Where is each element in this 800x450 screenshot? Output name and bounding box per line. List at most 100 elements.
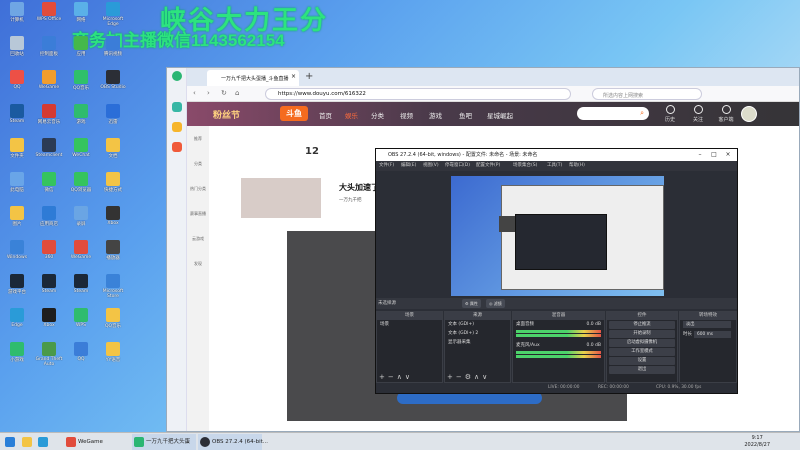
sidebar-item-cloud[interactable]: 云游戏	[188, 236, 208, 242]
desktop-icon[interactable]: 文档	[98, 138, 128, 159]
desktop-icon[interactable]: Steam	[2, 104, 32, 124]
nav-fishbar[interactable]: 鱼吧	[459, 110, 472, 120]
desktop-icon[interactable]: Xbox	[98, 206, 128, 226]
desktop-icon[interactable]: WeChat	[66, 138, 96, 158]
sidebar-item-recommend[interactable]: 推荐	[188, 136, 208, 142]
nav-xingcheng[interactable]: 星城崛起	[487, 110, 513, 120]
home-icon[interactable]: ⌂	[235, 89, 239, 97]
scene-controls[interactable]: +−∧∨	[379, 373, 413, 381]
menu-edit[interactable]: 编辑(E)	[401, 161, 416, 171]
desktop-icon[interactable]: QQ	[2, 70, 32, 90]
fan-festival-logo[interactable]: 粉丝节	[213, 108, 240, 121]
nav-game[interactable]: 游戏	[429, 110, 442, 120]
source-item[interactable]: 文本 (GDI+) 2	[445, 329, 510, 338]
nav-category[interactable]: 分类	[371, 110, 384, 120]
sidebar-item-hot[interactable]: 热门分类	[188, 186, 208, 192]
scene-item[interactable]: 场景	[377, 320, 442, 329]
desktop-icon[interactable]: QQ	[66, 342, 96, 362]
site-search-input[interactable]: ⌕	[577, 107, 649, 120]
site-search-icon[interactable]: ⌕	[640, 109, 644, 118]
desktop-icon[interactable]: 网络	[66, 2, 96, 23]
avatar[interactable]	[741, 106, 757, 122]
menu-help[interactable]: 帮助(H)	[569, 161, 585, 171]
properties-button[interactable]: ⚙ 属性	[462, 299, 481, 308]
transition-select[interactable]: 淡出	[683, 321, 731, 328]
menu-tools[interactable]: 工具(T)	[547, 161, 562, 171]
source-item[interactable]: 显示器采集	[445, 338, 510, 347]
desktop-icon[interactable]: Microsoft Edge	[98, 2, 128, 27]
menu-docks[interactable]: 停靠窗口(D)	[445, 161, 470, 171]
nav-video[interactable]: 视频	[400, 110, 413, 120]
desktop-icon[interactable]: 360	[34, 240, 64, 260]
desktop-icon[interactable]: Steam	[66, 274, 96, 294]
minimize-icon[interactable]: –	[693, 149, 707, 161]
desktop-icon[interactable]: 图片	[2, 206, 32, 227]
desktop-icon[interactable]: 游戏	[66, 104, 96, 125]
desktop-icon[interactable]: 录屏	[66, 206, 96, 227]
douyu-logo[interactable]: 斗鱼	[280, 106, 308, 121]
url-input[interactable]: https://www.douyu.com/616322	[265, 88, 571, 100]
sidebar-item-category[interactable]: 分类	[188, 161, 208, 167]
sidebar-item-discover[interactable]: 发现	[188, 261, 208, 267]
taskbar-item-douyu[interactable]: 一万九千把大头蛋	[132, 434, 196, 450]
desktop-icon[interactable]: 快捷方式	[98, 172, 128, 193]
obs-preview[interactable]	[451, 176, 664, 296]
volume-slider[interactable]	[516, 334, 601, 337]
streamer-title[interactable]: 大头加速了	[339, 182, 379, 193]
menu-file[interactable]: 文件(F)	[379, 161, 394, 171]
desktop-icon[interactable]: 计算机	[2, 2, 32, 23]
desktop-icon[interactable]: QQ浏览器	[66, 172, 96, 193]
sidebar-game-icon[interactable]	[172, 142, 182, 152]
desktop-icon[interactable]: Windows	[2, 240, 32, 260]
start-button[interactable]	[3, 434, 17, 450]
nav-home[interactable]: 首页	[319, 110, 332, 120]
explorer-button[interactable]	[20, 434, 34, 450]
desktop-icon[interactable]: 腾讯视频	[98, 36, 128, 57]
nav-entertainment[interactable]: 娱乐	[345, 110, 358, 120]
maximize-icon[interactable]: □	[707, 149, 721, 161]
menu-view[interactable]: 视图(V)	[423, 161, 439, 171]
client-button[interactable]: 客户端	[713, 105, 739, 123]
menu-profile[interactable]: 配置文件(P)	[476, 161, 500, 171]
desktop-icon[interactable]: 应用商店	[34, 206, 64, 227]
desktop-icon[interactable]: 应用	[66, 36, 96, 57]
clock[interactable]: 9:17 2022/8/27	[744, 435, 770, 449]
browser-search-input[interactable]: 所选内容上网搜索	[592, 88, 702, 100]
desktop-icon[interactable]: 网易云音乐	[34, 104, 64, 125]
desktop-icon[interactable]: 文件夹	[2, 138, 32, 159]
desktop-icon[interactable]: YY语音	[98, 342, 128, 363]
taskbar-item-wegame[interactable]: WeGame	[64, 434, 130, 450]
volume-slider[interactable]	[516, 355, 601, 358]
refresh-icon[interactable]: ↻	[221, 89, 227, 97]
history-button[interactable]: 历史	[657, 105, 683, 123]
sidebar-app-icon[interactable]	[172, 102, 182, 112]
desktop-icon[interactable]: Xbox	[34, 308, 64, 328]
desktop-icon[interactable]: QQ音乐	[98, 308, 128, 329]
menu-scenecollection[interactable]: 场景集合(S)	[513, 161, 537, 171]
virtual-camera-button[interactable]: 启动虚拟摄像机	[609, 339, 675, 347]
desktop-icon[interactable]: 此电脑	[2, 172, 32, 193]
new-tab-icon[interactable]: +	[305, 71, 313, 82]
browser-taskbar-button[interactable]	[36, 434, 50, 450]
duration-input[interactable]: 600 ms	[694, 331, 731, 338]
settings-button[interactable]: 设置	[609, 357, 675, 365]
source-item[interactable]: 文本 (GDI+)	[445, 320, 510, 329]
desktop-icon[interactable]: 游戏平台	[2, 274, 32, 295]
tab-douyu[interactable]: 一万九千把大头蛋播_斗鱼直播	[207, 70, 299, 86]
start-recording-button[interactable]: 开始录制	[609, 330, 675, 338]
desktop-icon[interactable]: WeGame	[66, 240, 96, 260]
desktop-icon[interactable]: 迅雷	[98, 104, 128, 125]
desktop-icon[interactable]: Edge	[2, 308, 32, 328]
source-controls[interactable]: +−⚙∧∨	[447, 373, 490, 381]
desktop-icon[interactable]: Steam	[34, 274, 64, 294]
desktop-icon[interactable]: 播放器	[98, 240, 128, 261]
desktop-icon[interactable]: Steamclient	[34, 138, 64, 158]
forward-icon[interactable]: ›	[207, 89, 210, 97]
desktop-icon[interactable]: Microsoft Store	[98, 274, 128, 299]
sidebar-folder-icon[interactable]	[172, 122, 182, 132]
sidebar-item-esports[interactable]: 赛事直播	[188, 211, 208, 217]
streamer-thumbnail[interactable]	[241, 178, 321, 218]
desktop-icon[interactable]: 微信	[34, 172, 64, 193]
desktop-icon[interactable]: WPS Office	[34, 2, 64, 22]
desktop-icon[interactable]: 小游戏	[2, 342, 32, 363]
